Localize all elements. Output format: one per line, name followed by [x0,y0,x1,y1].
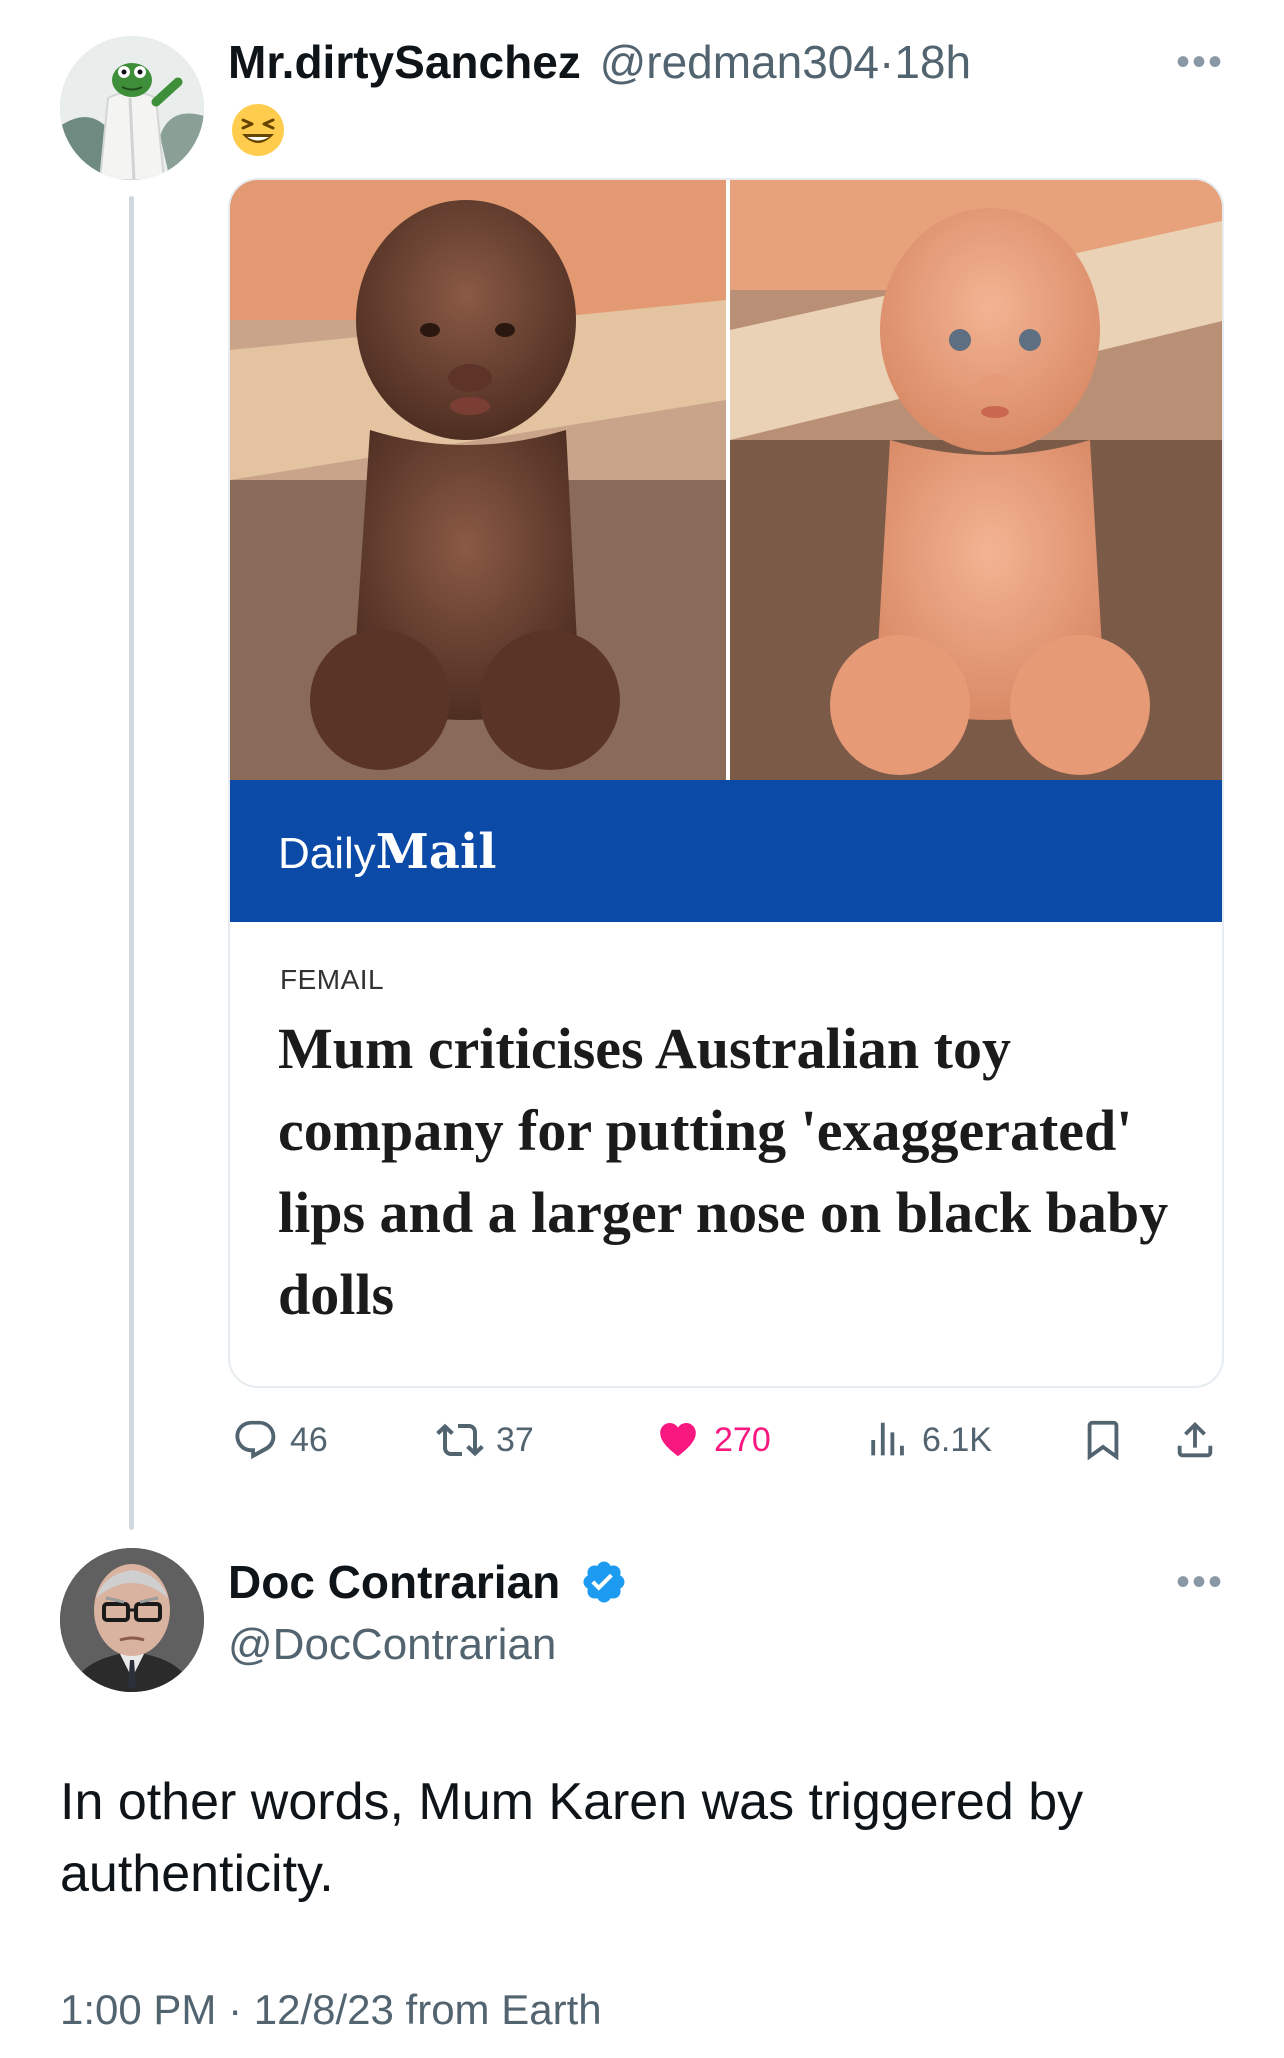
parent-timestamp[interactable]: 18h [894,36,971,88]
reply-display-name[interactable]: Doc Contrarian [228,1554,560,1610]
daily-mail-banner: DailyMail [230,780,1222,922]
parent-handle[interactable]: @redman304 [600,36,879,88]
laughing-emoji [230,102,286,158]
share-button[interactable] [1172,1410,1218,1470]
thread-connector-line [129,196,134,1530]
media-card[interactable]: DailyMail FEMAIL Mum criticises Australi… [228,178,1224,1388]
views-icon [871,1422,904,1456]
reply-button[interactable]: 46 [232,1410,328,1470]
share-icon [1177,1421,1213,1458]
retweet-icon [436,1423,484,1457]
article-headline: Mum criticises Australian toy company fo… [278,1016,1169,1327]
daily-mail-logo: DailyMail [278,824,497,880]
doll-comparison-photo [230,180,1222,780]
logo-daily-text: Daily [278,829,376,878]
reply-timestamp-meta[interactable]: 1:00 PM · 12/8/23 from Earth [60,1984,602,2036]
bookmark-button[interactable] [1080,1410,1126,1470]
reply-count: 46 [290,1420,328,1459]
logo-mail-text: Mail [375,824,497,880]
reply-tweet-text: In other words, Mum Karen was triggered … [60,1773,1084,1903]
tweet-thread: Mr.dirtySanchez @redman304·18h ••• Daily… [0,0,1284,2058]
avatar-mrdirtysanchez[interactable] [60,36,204,180]
reply-icon [235,1420,276,1460]
parent-action-bar: 46 37 270 6.1K [228,1410,1224,1470]
verified-badge-icon [583,1561,625,1603]
parent-display-name[interactable]: Mr.dirtySanchez [228,36,581,88]
views-count: 6.1K [922,1420,992,1459]
reply-handle[interactable]: @DocContrarian [228,1617,556,1673]
reply-more-options-button[interactable]: ••• [1176,1560,1224,1605]
like-count: 270 [714,1420,771,1459]
header-separator: · [878,36,895,88]
views-button[interactable]: 6.1K [864,1410,992,1470]
retweet-count: 37 [496,1420,534,1459]
parent-more-options-button[interactable]: ••• [1176,40,1224,85]
avatar-doccontrarian[interactable] [60,1548,204,1692]
bookmark-icon [1087,1420,1119,1461]
parent-tweet-header: Mr.dirtySanchez @redman304·18h [228,34,971,90]
like-button[interactable]: 270 [654,1410,771,1470]
article-section-label: FEMAIL [280,964,385,995]
retweet-button[interactable]: 37 [436,1410,534,1470]
heart-icon [660,1423,696,1457]
